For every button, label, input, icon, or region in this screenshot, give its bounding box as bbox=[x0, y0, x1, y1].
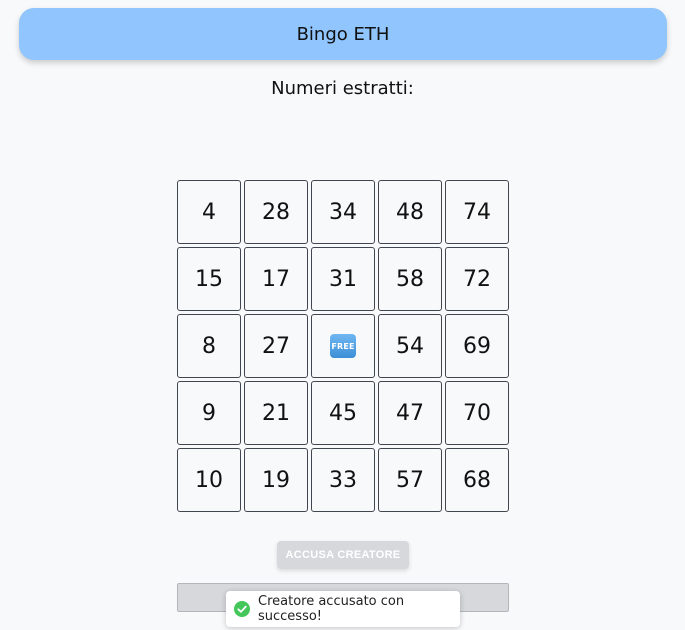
cell-number: 4 bbox=[202, 199, 216, 225]
bingo-cell[interactable]: 47 bbox=[378, 381, 442, 445]
cell-number: 8 bbox=[202, 333, 216, 359]
bingo-cell[interactable]: 17 bbox=[244, 247, 308, 311]
bingo-cell[interactable]: 33 bbox=[311, 448, 375, 512]
bingo-cell[interactable]: 27 bbox=[244, 314, 308, 378]
cell-number: 34 bbox=[329, 199, 357, 225]
cell-number: 10 bbox=[195, 467, 223, 493]
app-header: Bingo ETH bbox=[19, 8, 667, 60]
cell-number: 31 bbox=[329, 266, 357, 292]
check-circle-icon bbox=[234, 601, 250, 617]
toast-message: Creatore accusato con successo! bbox=[258, 594, 405, 624]
cell-number: 27 bbox=[262, 333, 290, 359]
free-button-icon: FREE bbox=[330, 334, 356, 358]
bingo-cell[interactable]: 57 bbox=[378, 448, 442, 512]
cell-number: 74 bbox=[463, 199, 491, 225]
bingo-cell[interactable]: 72 bbox=[445, 247, 509, 311]
cell-number: 48 bbox=[396, 199, 424, 225]
cell-number: 17 bbox=[262, 266, 290, 292]
cell-number: 45 bbox=[329, 400, 357, 426]
drawn-numbers-list bbox=[0, 108, 685, 168]
bingo-cell[interactable]: 19 bbox=[244, 448, 308, 512]
bingo-cell[interactable]: 34 bbox=[311, 180, 375, 244]
bingo-cell[interactable]: 28 bbox=[244, 180, 308, 244]
bingo-cell[interactable]: 21 bbox=[244, 381, 308, 445]
bingo-cell[interactable]: 45 bbox=[311, 381, 375, 445]
cell-number: 57 bbox=[396, 467, 424, 493]
success-toast: Creatore accusato con successo! bbox=[226, 591, 460, 627]
bingo-cell[interactable]: 74 bbox=[445, 180, 509, 244]
bingo-cell[interactable]: 68 bbox=[445, 448, 509, 512]
bingo-cell[interactable]: 70 bbox=[445, 381, 509, 445]
cell-number: 33 bbox=[329, 467, 357, 493]
bingo-cell-free[interactable]: FREE bbox=[311, 314, 375, 378]
bingo-cell[interactable]: 48 bbox=[378, 180, 442, 244]
cell-number: 9 bbox=[202, 400, 216, 426]
cell-number: 47 bbox=[396, 400, 424, 426]
cell-number: 58 bbox=[396, 266, 424, 292]
cell-number: 70 bbox=[463, 400, 491, 426]
bingo-cell[interactable]: 4 bbox=[177, 180, 241, 244]
cell-number: 68 bbox=[463, 467, 491, 493]
bingo-card: 4 28 34 48 74 15 17 31 58 72 8 27 FREE 5… bbox=[177, 180, 509, 512]
bingo-cell[interactable]: 54 bbox=[378, 314, 442, 378]
bingo-cell[interactable]: 9 bbox=[177, 381, 241, 445]
cell-number: 54 bbox=[396, 333, 424, 359]
bingo-cell[interactable]: 8 bbox=[177, 314, 241, 378]
bingo-cell[interactable]: 31 bbox=[311, 247, 375, 311]
cell-number: 15 bbox=[195, 266, 223, 292]
cell-number: 28 bbox=[262, 199, 290, 225]
cell-number: 72 bbox=[463, 266, 491, 292]
bingo-cell[interactable]: 15 bbox=[177, 247, 241, 311]
bingo-cell[interactable]: 69 bbox=[445, 314, 509, 378]
cell-number: 19 bbox=[262, 467, 290, 493]
accuse-creator-button[interactable]: ACCUSA CREATORE bbox=[277, 541, 409, 569]
cell-number: 69 bbox=[463, 333, 491, 359]
bingo-cell[interactable]: 10 bbox=[177, 448, 241, 512]
cell-number: 21 bbox=[262, 400, 290, 426]
app-title: Bingo ETH bbox=[296, 23, 390, 45]
drawn-numbers-title: Numeri estratti: bbox=[271, 78, 414, 99]
bingo-cell[interactable]: 58 bbox=[378, 247, 442, 311]
